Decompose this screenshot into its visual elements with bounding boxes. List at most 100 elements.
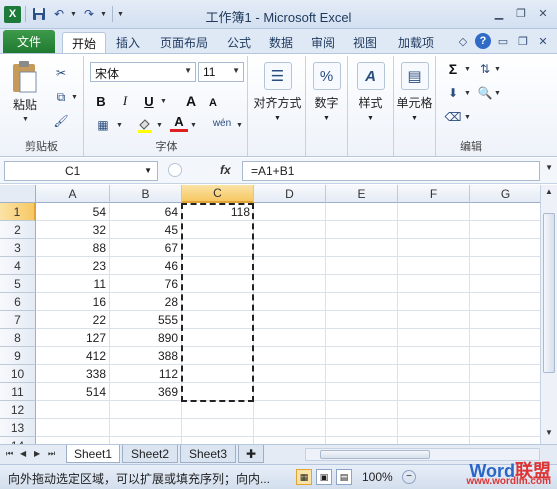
cell-a10[interactable]: 338 (36, 365, 110, 383)
vertical-scroll-thumb[interactable] (543, 213, 555, 373)
column-header-g[interactable]: G (470, 185, 540, 203)
tab-home[interactable]: 开始 (62, 32, 106, 53)
row-header-9[interactable]: 9 (0, 347, 36, 365)
sheet-tab-1[interactable]: Sheet1 (66, 445, 120, 463)
clear-dropdown-icon[interactable]: ▼ (464, 114, 471, 121)
italic-button[interactable]: I (116, 92, 134, 110)
cell-f9[interactable] (398, 347, 470, 365)
row-header-3[interactable]: 3 (0, 239, 36, 257)
column-header-d[interactable]: D (254, 185, 326, 203)
font-color-button[interactable]: A (170, 114, 188, 132)
column-header-b[interactable]: B (110, 185, 182, 203)
cell-b2[interactable]: 45 (110, 221, 182, 239)
cell-f7[interactable] (398, 311, 470, 329)
cell-d11[interactable] (254, 383, 326, 401)
name-box[interactable]: C1 ▼ (4, 161, 158, 181)
cell-g2[interactable] (470, 221, 540, 239)
underline-dropdown-icon[interactable]: ▼ (160, 98, 167, 105)
tab-formulas[interactable]: 公式 (222, 32, 256, 53)
cell-g1[interactable] (470, 203, 540, 221)
cell-a14[interactable] (36, 437, 110, 444)
formula-bar-handle[interactable] (168, 163, 182, 177)
paste-button[interactable]: 粘贴 (10, 60, 40, 113)
cell-c4[interactable] (182, 257, 254, 275)
alignment-button[interactable]: ☰ 对齐方式 ▼ (250, 62, 305, 122)
cell-a5[interactable]: 11 (36, 275, 110, 293)
cell-e2[interactable] (326, 221, 398, 239)
cell-a2[interactable]: 32 (36, 221, 110, 239)
cell-c14[interactable] (182, 437, 254, 444)
worksheet-grid[interactable]: A B C D E F G 1 2 3 4 5 6 7 8 9 10 11 12… (0, 185, 540, 444)
font-size-dropdown-icon[interactable]: ▼ (232, 66, 240, 75)
name-box-dropdown-icon[interactable]: ▼ (144, 166, 152, 175)
row-header-11[interactable]: 11 (0, 383, 36, 401)
cells-button[interactable]: ▤ 单元格 ▼ (394, 62, 435, 122)
cell-f4[interactable] (398, 257, 470, 275)
prev-sheet-icon[interactable]: ◀ (20, 449, 26, 458)
cell-d8[interactable] (254, 329, 326, 347)
column-header-e[interactable]: E (326, 185, 398, 203)
sheet-tab-3[interactable]: Sheet3 (180, 445, 236, 463)
cell-d4[interactable] (254, 257, 326, 275)
tab-review[interactable]: 审阅 (306, 32, 340, 53)
phonetic-button[interactable]: wén (210, 114, 234, 132)
cell-f6[interactable] (398, 293, 470, 311)
scroll-down-icon[interactable]: ▼ (541, 428, 557, 442)
cell-b3[interactable]: 67 (110, 239, 182, 257)
cell-c5[interactable] (182, 275, 254, 293)
find-select-icon[interactable]: 🔍 (476, 84, 494, 102)
cell-e9[interactable] (326, 347, 398, 365)
column-header-f[interactable]: F (398, 185, 470, 203)
cell-f10[interactable] (398, 365, 470, 383)
cell-g6[interactable] (470, 293, 540, 311)
zoom-out-icon[interactable]: − (402, 470, 416, 484)
next-sheet-icon[interactable]: ▶ (34, 449, 40, 458)
fill-dropdown-icon[interactable]: ▼ (464, 90, 471, 97)
row-header-6[interactable]: 6 (0, 293, 36, 311)
format-painter-icon[interactable]: 🖌 (52, 112, 70, 130)
cell-e10[interactable] (326, 365, 398, 383)
row-header-2[interactable]: 2 (0, 221, 36, 239)
cell-d1[interactable] (254, 203, 326, 221)
cell-g13[interactable] (470, 419, 540, 437)
first-sheet-icon[interactable]: ⏮ (6, 449, 13, 459)
restore-icon[interactable]: ❐ (511, 4, 531, 22)
font-name-combo[interactable]: 宋体 ▼ (90, 62, 196, 82)
cell-c10[interactable] (182, 365, 254, 383)
cell-a11[interactable]: 514 (36, 383, 110, 401)
cell-g9[interactable] (470, 347, 540, 365)
cell-g8[interactable] (470, 329, 540, 347)
cell-d7[interactable] (254, 311, 326, 329)
cell-f2[interactable] (398, 221, 470, 239)
borders-dropdown-icon[interactable]: ▼ (116, 122, 123, 129)
row-header-7[interactable]: 7 (0, 311, 36, 329)
fill-icon[interactable]: ⬇ (444, 84, 462, 102)
doc-restore-icon[interactable]: ❐ (515, 33, 531, 49)
doc-close-icon[interactable]: ✕ (535, 33, 551, 49)
formula-input[interactable]: =A1+B1 (242, 161, 540, 181)
zoom-level[interactable]: 100% (362, 470, 393, 484)
cell-f5[interactable] (398, 275, 470, 293)
cell-b14[interactable] (110, 437, 182, 444)
bold-button[interactable]: B (92, 92, 110, 110)
minimize-ribbon-icon[interactable]: ◇ (455, 33, 471, 49)
cell-c7[interactable] (182, 311, 254, 329)
column-header-c[interactable]: C (182, 185, 254, 203)
cell-b8[interactable]: 890 (110, 329, 182, 347)
cell-f13[interactable] (398, 419, 470, 437)
cell-c3[interactable] (182, 239, 254, 257)
cell-d10[interactable] (254, 365, 326, 383)
borders-icon[interactable]: ▦ (94, 116, 112, 134)
cell-d6[interactable] (254, 293, 326, 311)
cell-c6[interactable] (182, 293, 254, 311)
row-header-13[interactable]: 13 (0, 419, 36, 437)
fill-color-icon[interactable] (136, 116, 154, 134)
tab-addins[interactable]: 加载项 (392, 32, 440, 53)
cell-d2[interactable] (254, 221, 326, 239)
row-header-14[interactable]: 14 (0, 437, 36, 444)
row-header-5[interactable]: 5 (0, 275, 36, 293)
font-color-dropdown-icon[interactable]: ▼ (190, 122, 197, 129)
cell-c2[interactable] (182, 221, 254, 239)
cell-b9[interactable]: 388 (110, 347, 182, 365)
vertical-scrollbar[interactable]: ▲ ▼ (540, 185, 557, 444)
